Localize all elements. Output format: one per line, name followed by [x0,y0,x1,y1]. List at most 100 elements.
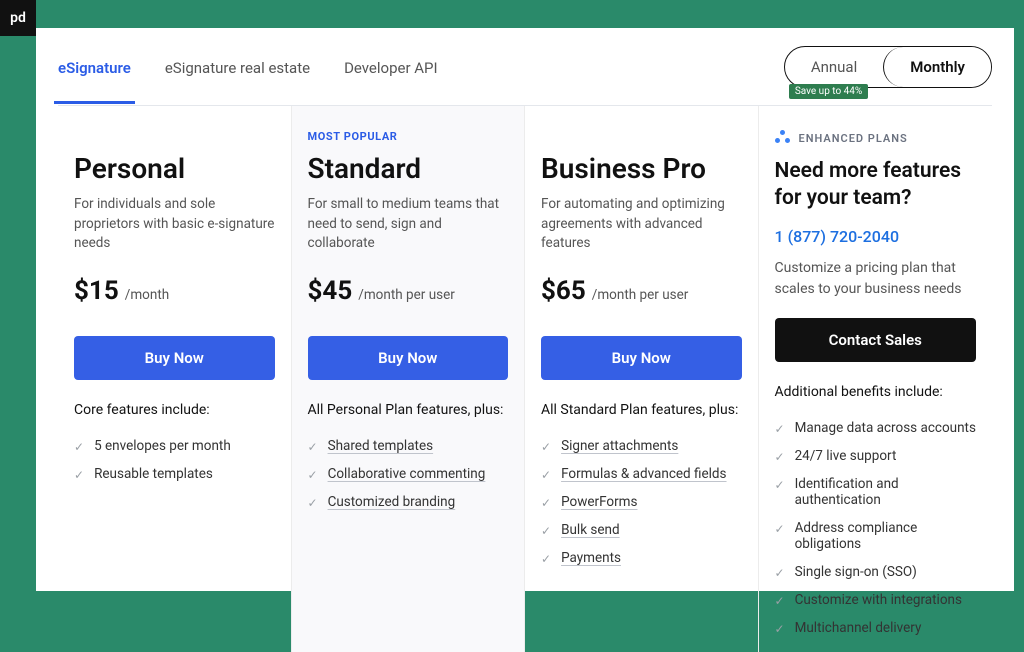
buy-now-button[interactable]: Buy Now [308,336,509,380]
features-list: ✓ Signer attachments ✓ Formulas & advanced… [541,432,742,572]
feature-text: 5 envelopes per month [94,438,231,454]
feature-item: ✓Identification and authentication [775,470,977,514]
tab-developer-api[interactable]: Developer API [344,31,438,103]
check-icon: ✓ [541,468,551,482]
enhanced-title: Need more features for your team? [775,158,977,213]
product-tabs: eSignature eSignature real estate Develo… [58,31,438,103]
feature-item: ✓ 5 envelopes per month [74,432,275,460]
feature-item: ✓ Multichannel delivery [775,614,977,642]
check-icon: ✓ [775,566,785,580]
feature-text: Customize with integrations [795,592,962,608]
contact-phone-link[interactable]: 1 (877) 720-2040 [775,227,977,246]
feature-text[interactable]: Signer attachments [561,438,678,454]
billing-monthly-option[interactable]: Monthly [883,47,991,87]
buy-now-button[interactable]: Buy Now [541,336,742,380]
check-icon: ✓ [541,496,551,510]
enhanced-plans-icon [775,130,791,146]
check-icon: ✓ [308,468,318,482]
features-heading: Additional benefits include: [775,384,977,400]
most-popular-badge: MOST POPULAR [308,130,509,144]
pricing-card: eSignature eSignature real estate Develo… [36,28,1014,591]
feature-item: ✓ Address compliance obligations [775,514,977,558]
brand-logo-text: pd [10,10,26,26]
feature-text: Reusable templates [94,466,213,482]
features-list: ✓ 5 envelopes per month ✓ Reusable templat… [74,432,275,488]
feature-item: ✓ Shared templates [308,432,509,460]
feature-item: ✓ PowerForms [541,488,742,516]
check-icon: ✓ [308,496,318,510]
plan-price: $15 [74,276,119,306]
billing-save-badge: Save up to 44% [789,84,868,99]
feature-text: Manage data across accounts [795,420,976,436]
check-icon: ✓ [775,594,785,608]
feature-text[interactable]: Collaborative commenting [328,466,486,482]
plan-personal: Personal For individuals and sole propri… [58,106,292,652]
check-icon: ✓ [775,522,785,536]
billing-toggle: Annual Monthly Save up to 44% [784,46,992,88]
plan-description: For automating and optimizing agreements… [541,195,742,254]
feature-text[interactable]: PowerForms [561,494,637,510]
enhanced-plans-label: ENHANCED PLANS [775,130,977,146]
feature-text[interactable]: Payments [561,550,621,566]
feature-item: ✓ Single sign-on (SSO) [775,558,977,586]
tab-esignature[interactable]: eSignature [58,31,131,103]
feature-text: 24/7 live support [795,448,897,464]
plan-standard: MOST POPULAR Standard For small to mediu… [292,106,526,652]
feature-text: Address compliance obligations [795,520,976,552]
plan-badge-spacer [541,130,742,144]
feature-text: Single sign-on (SSO) [795,564,917,580]
check-icon: ✓ [775,622,785,636]
contact-sales-button[interactable]: Contact Sales [775,318,977,362]
plan-enhanced: ENHANCED PLANS Need more features for yo… [759,106,993,652]
features-heading: Core features include: [74,402,275,418]
plan-price-period: /month per user [358,287,455,303]
check-icon: ✓ [74,440,84,454]
feature-item: ✓ 24/7 live support [775,442,977,470]
plan-description: For individuals and sole proprietors wit… [74,195,275,254]
feature-text[interactable]: Customized branding [328,494,456,510]
feature-item: ✓ Customize with integrations [775,586,977,614]
plan-price-row: $45 /month per user [308,276,509,310]
check-icon: ✓ [541,552,551,566]
feature-item: ✓ Signer attachments [541,432,742,460]
check-icon: ✓ [775,422,785,436]
plan-price-row: $15 /month [74,276,275,310]
topbar: eSignature eSignature real estate Develo… [58,28,992,106]
check-icon: ✓ [775,478,785,492]
plan-price-period: /month [125,287,169,303]
check-icon: ✓ [308,440,318,454]
feature-item: ✓ Formulas & advanced fields [541,460,742,488]
plan-badge-spacer [74,130,275,144]
feature-text: Multichannel delivery [795,620,922,636]
features-list: ✓ Shared templates ✓ Collaborative comment… [308,432,509,516]
feature-item: ✓ Payments [541,544,742,572]
features-heading: All Standard Plan features, plus: [541,402,742,418]
feature-text[interactable]: Formulas & advanced fields [561,466,726,482]
check-icon: ✓ [541,440,551,454]
plan-description: For small to medium teams that need to s… [308,195,509,254]
buy-now-button[interactable]: Buy Now [74,336,275,380]
pricing-grid: Personal For individuals and sole propri… [58,106,992,652]
feature-text[interactable]: Bulk send [561,522,620,538]
feature-item: ✓ Bulk send [541,516,742,544]
feature-item: ✓ Manage data across accounts [775,414,977,442]
check-icon: ✓ [74,468,84,482]
check-icon: ✓ [775,450,785,464]
enhanced-plans-label-text: ENHANCED PLANS [799,132,908,145]
feature-text[interactable]: Shared templates [328,438,434,454]
plan-price: $65 [541,276,586,306]
feature-item: ✓ Collaborative commenting [308,460,509,488]
plan-name: Personal [74,152,275,185]
tab-esignature-real-estate[interactable]: eSignature real estate [165,31,310,103]
feature-item: ✓ Customized branding [308,488,509,516]
plan-price: $45 [308,276,353,306]
features-heading: All Personal Plan features, plus: [308,402,509,418]
check-icon: ✓ [541,524,551,538]
plan-price-period: /month per user [592,287,689,303]
plan-price-row: $65 /month per user [541,276,742,310]
plan-business-pro: Business Pro For automating and optimizi… [525,106,759,652]
billing-annual-option[interactable]: Annual [785,47,883,87]
enhanced-description: Customize a pricing plan that scales to … [775,258,977,300]
plan-name: Business Pro [541,152,742,185]
feature-item: ✓ Reusable templates [74,460,275,488]
